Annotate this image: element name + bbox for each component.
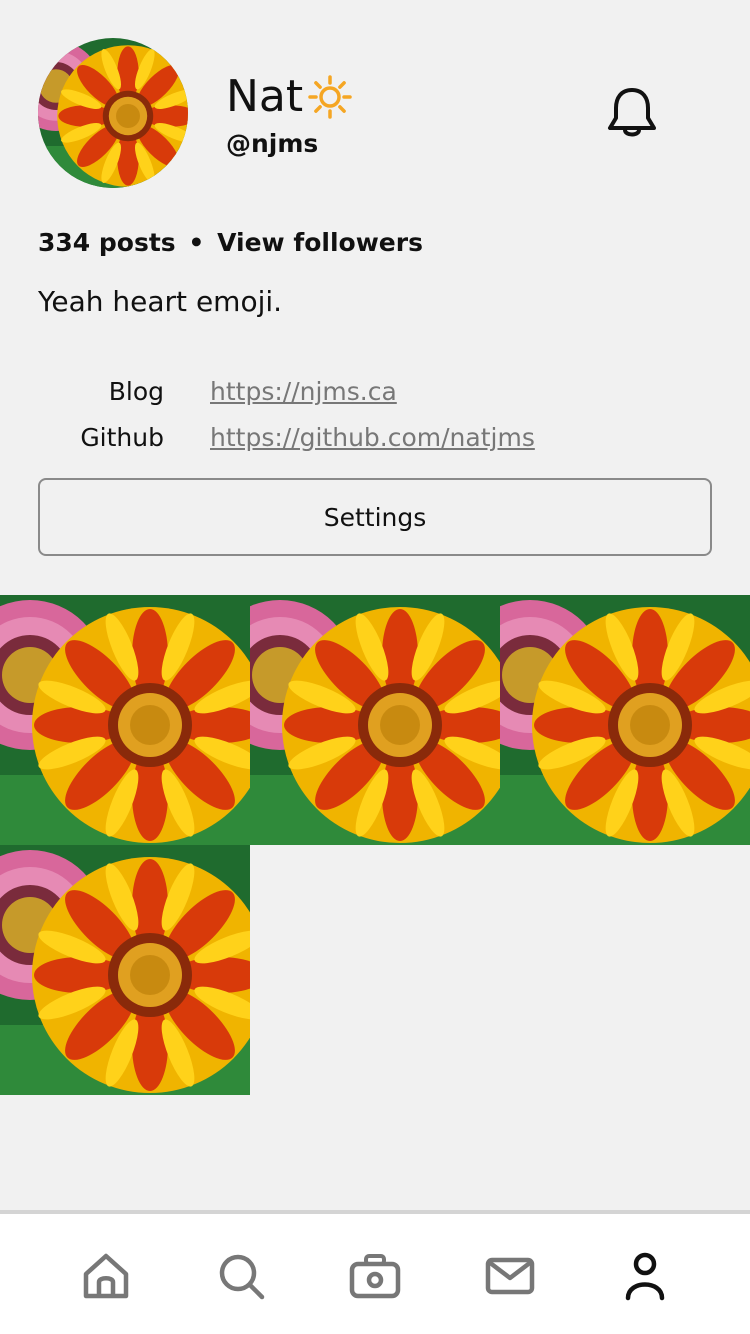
- tab-home[interactable]: [76, 1246, 136, 1306]
- sun-emoji-icon: [307, 74, 353, 120]
- bottom-tab-bar: [0, 1210, 750, 1334]
- display-name-text: Nat: [226, 71, 304, 122]
- profile-stats: 334 posts • View followers: [38, 226, 423, 260]
- person-icon: [625, 1252, 665, 1301]
- profile-links: Blog https://njms.ca Github https://gith…: [38, 368, 535, 460]
- home-icon: [83, 1253, 129, 1299]
- display-name: Nat: [226, 70, 353, 124]
- link-row-blog: Blog https://njms.ca: [38, 368, 535, 414]
- notifications-bell-icon[interactable]: [604, 84, 660, 142]
- avatar[interactable]: [38, 38, 188, 188]
- mail-icon: [485, 1257, 535, 1295]
- view-followers-link[interactable]: View followers: [217, 228, 423, 257]
- settings-button[interactable]: Settings: [38, 478, 712, 556]
- post-thumbnail[interactable]: [250, 595, 500, 845]
- post-thumbnail[interactable]: [0, 845, 250, 1095]
- bio: Yeah heart emoji.: [38, 285, 283, 318]
- link-label: Blog: [108, 376, 164, 406]
- link-url[interactable]: https://github.com/natjms: [210, 423, 535, 452]
- search-icon: [219, 1254, 265, 1300]
- tab-camera[interactable]: [345, 1246, 405, 1306]
- post-grid: [0, 595, 750, 1095]
- post-thumbnail[interactable]: [500, 595, 750, 845]
- link-row-github: Github https://github.com/natjms: [38, 414, 535, 460]
- stats-separator: •: [188, 228, 205, 257]
- post-thumbnail[interactable]: [0, 595, 250, 845]
- tab-search[interactable]: [211, 1246, 271, 1306]
- handle: @njms: [226, 129, 319, 158]
- posts-count: 334 posts: [38, 228, 176, 257]
- tab-messages[interactable]: [480, 1246, 540, 1306]
- profile-screen: Nat @njms 334 posts • View followers Yea…: [0, 0, 750, 1334]
- tab-profile[interactable]: [615, 1246, 675, 1306]
- link-url[interactable]: https://njms.ca: [210, 377, 397, 406]
- link-label: Github: [80, 422, 164, 452]
- camera-icon: [349, 1254, 401, 1299]
